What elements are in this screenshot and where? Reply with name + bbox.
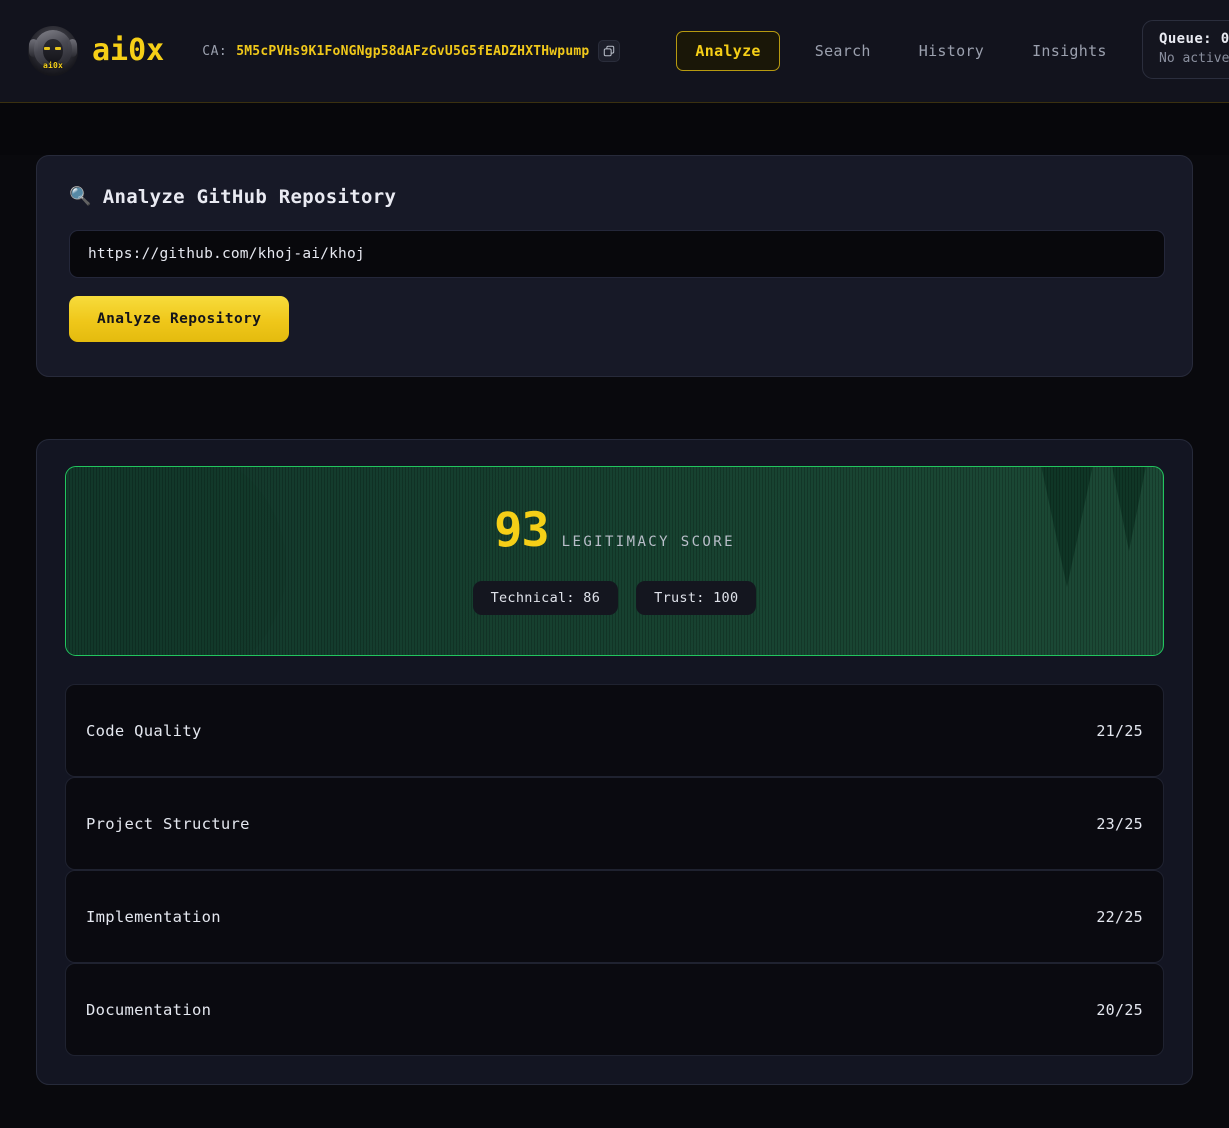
avatar: ai0x: [28, 26, 78, 76]
contract-address-block: CA: 5M5cPVHs9K1FoNGNgp58dAFzGvU5G5fEADZH…: [202, 40, 621, 62]
queue-status: No active: [1159, 51, 1229, 66]
avatar-label: ai0x: [42, 61, 64, 70]
nav-item-history[interactable]: History: [906, 31, 997, 71]
nav-item-insights[interactable]: Insights: [1019, 31, 1120, 71]
metric-value: 20/25: [1096, 1000, 1143, 1019]
nav-item-analyze[interactable]: Analyze: [676, 31, 780, 71]
queue-count: Queue: 0: [1159, 31, 1229, 47]
legitimacy-score-value: 93: [494, 503, 550, 558]
trust-score-badge: Trust: 100: [636, 581, 757, 615]
banner-watermark-arc: [66, 467, 286, 655]
analyze-card-title-text: Analyze GitHub Repository: [102, 186, 397, 208]
results-card: 93 Legitimacy Score Technical: 86 Trust:…: [36, 439, 1193, 1085]
metric-row-code-quality: Code Quality 21/25: [65, 684, 1164, 777]
brand[interactable]: ai0x ai0x: [28, 26, 164, 76]
nav-item-search[interactable]: Search: [802, 31, 884, 71]
analyze-card-title: 🔍 Analyze GitHub Repository: [69, 186, 1160, 208]
avatar-face: [43, 39, 63, 63]
copy-icon[interactable]: [598, 40, 621, 62]
score-badges: Technical: 86 Trust: 100: [472, 581, 757, 615]
score-heading: 93 Legitimacy Score: [494, 507, 735, 554]
technical-score-badge: Technical: 86: [472, 581, 619, 615]
queue-panel: Queue: 0 No active: [1142, 20, 1229, 79]
banner-scanline-overlay: [66, 467, 1163, 655]
avatar-eye-right: [55, 47, 61, 50]
banner-watermark-chevron-2: [1103, 467, 1155, 551]
metric-value: 22/25: [1096, 907, 1143, 926]
legitimacy-score-label: Legitimacy Score: [561, 534, 735, 550]
banner-watermark-chevron-1: [1033, 467, 1101, 587]
contract-address-value: 5M5cPVHs9K1FoNGNgp58dAFzGvU5G5fEADZHXTHw…: [236, 43, 590, 59]
legitimacy-score-banner: 93 Legitimacy Score Technical: 86 Trust:…: [65, 466, 1164, 656]
main-nav: Analyze Search History Insights: [676, 31, 1119, 71]
repo-url-input[interactable]: [69, 230, 1165, 278]
contract-address-label: CA:: [202, 43, 228, 59]
metric-row-project-structure: Project Structure 23/25: [65, 777, 1164, 870]
metric-value: 23/25: [1096, 814, 1143, 833]
metric-name: Documentation: [86, 1000, 212, 1019]
avatar-eye-left: [44, 47, 50, 50]
page-body: 🔍 Analyze GitHub Repository Analyze Repo…: [0, 155, 1229, 1128]
metric-name: Implementation: [86, 907, 221, 926]
analyze-card: 🔍 Analyze GitHub Repository Analyze Repo…: [36, 155, 1193, 377]
metric-value: 21/25: [1096, 721, 1143, 740]
metric-row-documentation: Documentation 20/25: [65, 963, 1164, 1056]
analyze-repository-button[interactable]: Analyze Repository: [69, 296, 290, 342]
metric-list: Code Quality 21/25 Project Structure 23/…: [65, 684, 1164, 1056]
metric-row-implementation: Implementation 22/25: [65, 870, 1164, 963]
magnifier-icon: 🔍: [69, 186, 92, 207]
brand-name: ai0x: [92, 33, 165, 68]
app-header: ai0x ai0x CA: 5M5cPVHs9K1FoNGNgp58dAFzGv…: [0, 0, 1229, 103]
metric-name: Code Quality: [86, 721, 202, 740]
metric-name: Project Structure: [86, 814, 250, 833]
